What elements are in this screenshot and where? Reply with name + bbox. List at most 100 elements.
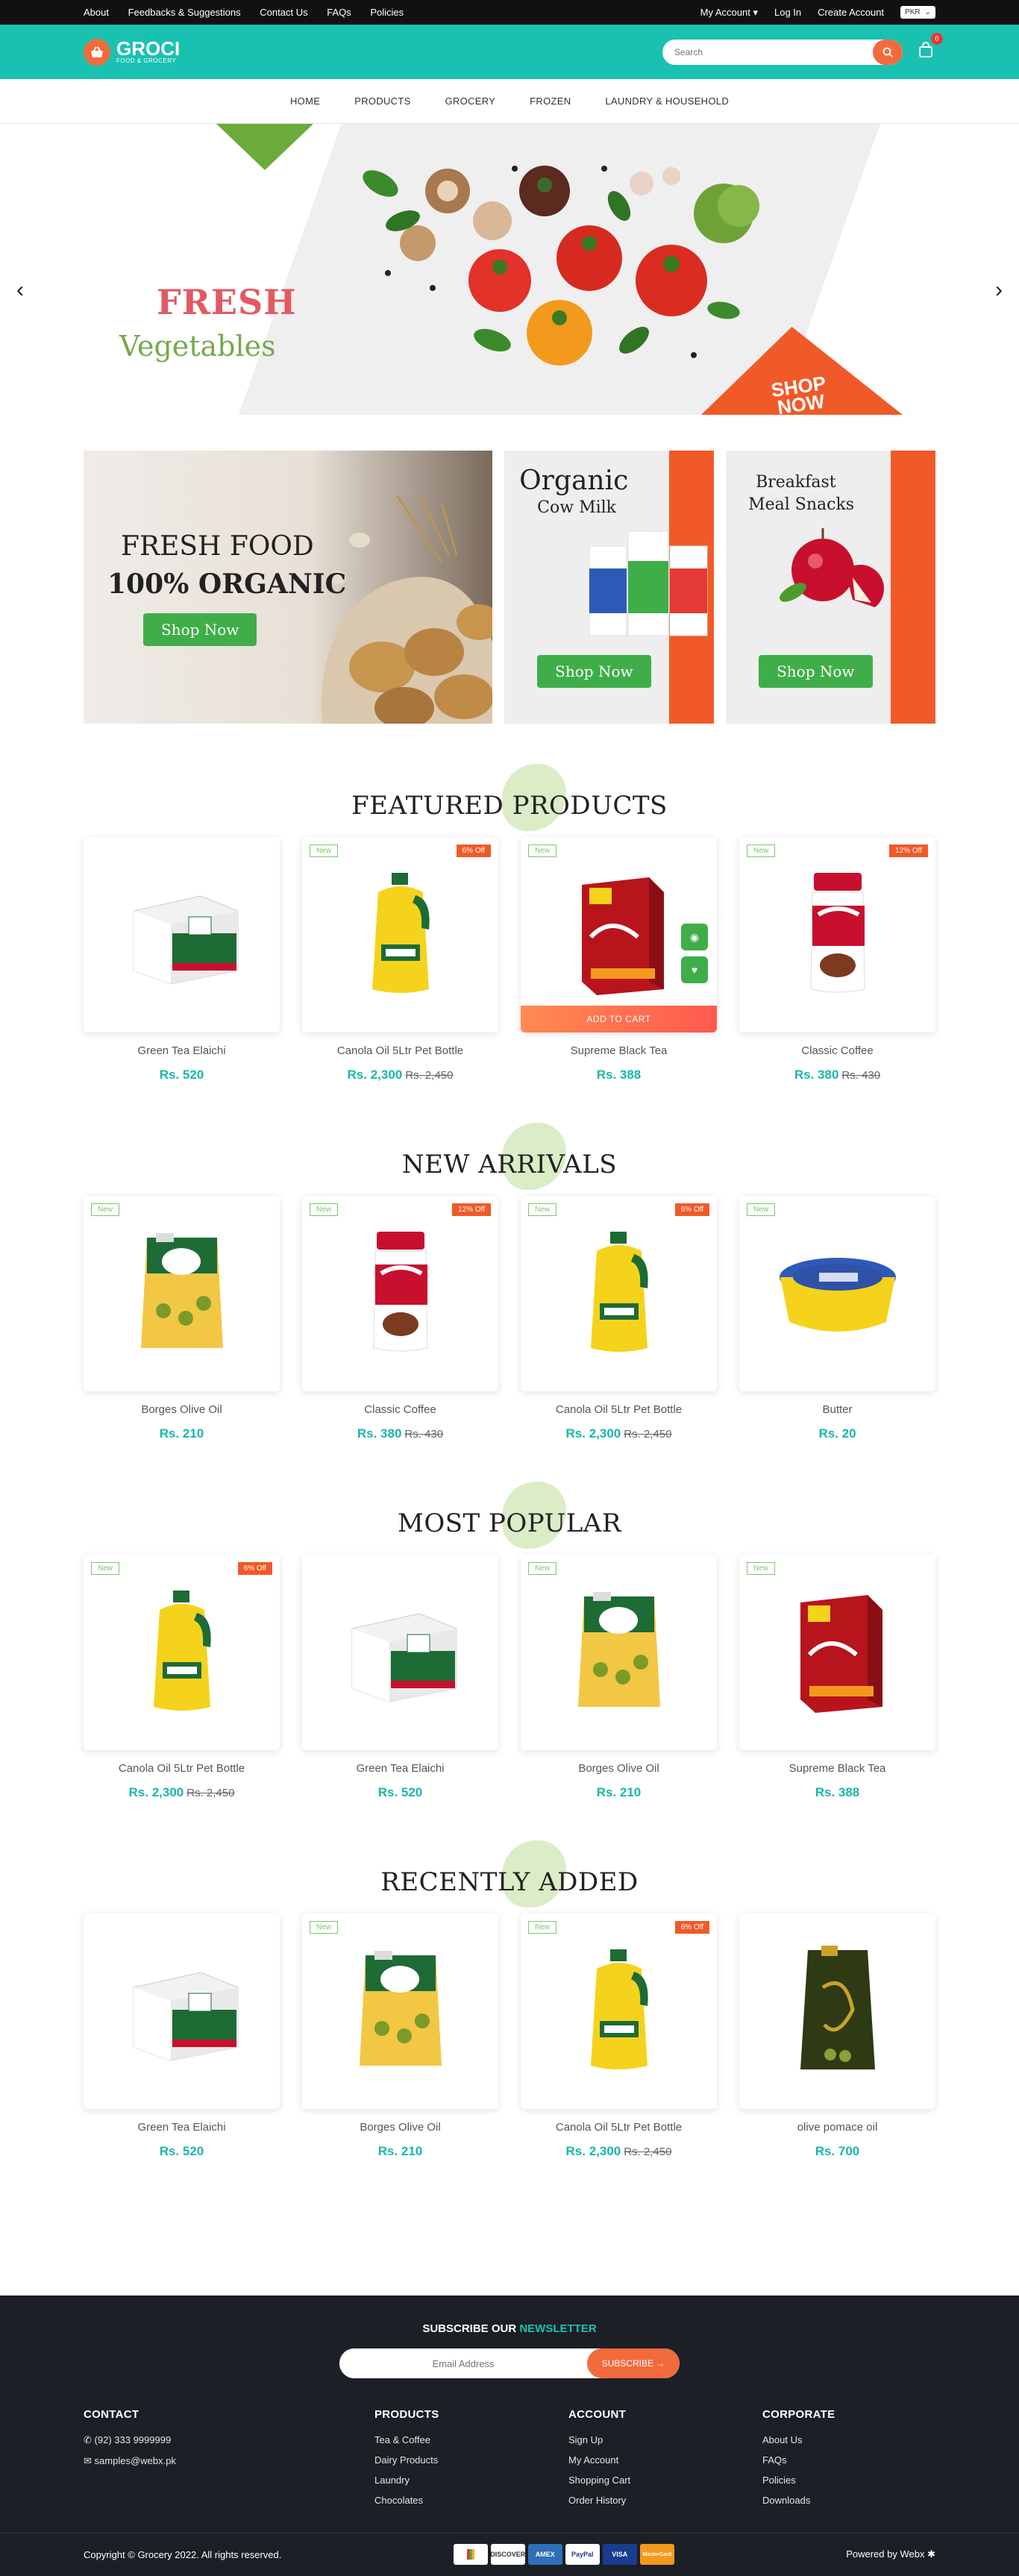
top-link-policies[interactable]: Policies [370, 7, 404, 18]
footer-link[interactable]: Laundry [374, 2475, 568, 2486]
slider-next-arrow-icon[interactable]: › [995, 278, 1003, 303]
product-name[interactable]: Supreme Black Tea [739, 1762, 935, 1775]
promo-breakfast-snacks[interactable]: Breakfast Meal Snacks Shop Now [726, 451, 935, 724]
product-card[interactable]: New ◉ ♥ ADD TO CART [521, 837, 717, 1032]
product-card[interactable] [739, 1914, 935, 2109]
promo-milk-shop-button[interactable]: Shop Now [537, 655, 651, 688]
my-account-dropdown[interactable]: My Account ▾ [700, 7, 758, 19]
product-item: New Butter Rs. 20 [739, 1196, 935, 1441]
product-card[interactable] [84, 1914, 280, 2109]
top-link-feedback[interactable]: Feedbacks & Suggestions [128, 7, 241, 18]
product-name[interactable]: Borges Olive Oil [302, 2121, 498, 2134]
footer-link[interactable]: Order History [568, 2495, 762, 2506]
add-to-cart-button[interactable]: ADD TO CART [521, 1006, 717, 1032]
nav-products[interactable]: PRODUCTS [354, 95, 410, 107]
footer-link[interactable]: Tea & Coffee [374, 2434, 568, 2445]
product-name[interactable]: Classic Coffee [302, 1403, 498, 1416]
top-link-faqs[interactable]: FAQs [327, 7, 351, 18]
nav-home[interactable]: HOME [290, 95, 320, 107]
login-link[interactable]: Log In [774, 7, 801, 18]
product-name[interactable]: Canola Oil 5Ltr Pet Bottle [521, 1403, 717, 1416]
product-name[interactable]: Canola Oil 5Ltr Pet Bottle [521, 2121, 717, 2134]
product-name[interactable]: Butter [739, 1403, 935, 1416]
product-name[interactable]: Canola Oil 5Ltr Pet Bottle [84, 1762, 280, 1775]
quick-view-eye-icon[interactable]: ◉ [681, 924, 708, 950]
search-icon [882, 47, 893, 57]
new-badge: New [310, 1203, 339, 1216]
promo-snacks-accent [890, 451, 935, 724]
footer-link[interactable]: Sign Up [568, 2434, 762, 2445]
product-card[interactable]: New [739, 1196, 935, 1391]
product-card[interactable]: New [84, 1196, 280, 1391]
logo-name: GROCI [116, 37, 181, 60]
nav-frozen[interactable]: FROZEN [530, 95, 571, 107]
footer-phone[interactable]: ✆ (92) 333 9999999 [84, 2434, 374, 2446]
subscribe-button[interactable]: SUBSCRIBE → [587, 2348, 680, 2378]
footer-link[interactable]: Dairy Products [374, 2454, 568, 2466]
nav-laundry-household[interactable]: LAUNDRY & HOUSEHOLD [605, 95, 729, 107]
product-item: Green Tea Elaichi Rs. 520 [84, 1914, 280, 2159]
product-name[interactable]: Green Tea Elaichi [302, 1762, 498, 1775]
product-card[interactable]: New [302, 1914, 498, 2109]
product-card[interactable]: New 6% Off [302, 837, 498, 1032]
product-name[interactable]: olive pomace oil [739, 2121, 935, 2134]
product-image [582, 1229, 656, 1359]
product-name[interactable]: Green Tea Elaichi [84, 2121, 280, 2134]
wishlist-heart-icon[interactable]: ♥ [681, 956, 708, 983]
footer-link[interactable]: FAQs [762, 2454, 912, 2466]
hero-accent-triangle [216, 124, 313, 170]
product-card[interactable]: New [521, 1555, 717, 1750]
product-card[interactable] [302, 1555, 498, 1750]
my-account-label: My Account [700, 6, 750, 18]
create-account-link[interactable]: Create Account [818, 7, 884, 18]
promo-organic-milk[interactable]: Organic Cow Milk Shop Now [504, 451, 715, 724]
new-badge: New [528, 844, 557, 857]
logo[interactable]: GROCI FOOD & GROCERY [84, 37, 181, 66]
product-name[interactable]: Classic Coffee [739, 1044, 935, 1057]
product-card[interactable]: New [739, 1555, 935, 1750]
footer-link[interactable]: Downloads [762, 2495, 912, 2506]
footer-link[interactable]: About Us [762, 2434, 912, 2445]
footer-link[interactable]: Chocolates [374, 2495, 568, 2506]
product-card[interactable]: New 6% Off [84, 1555, 280, 1750]
product-card[interactable]: New 12% Off [739, 837, 935, 1032]
product-name[interactable]: Supreme Black Tea [521, 1044, 717, 1057]
product-price: Rs. 2,300 Rs. 2,450 [521, 1426, 717, 1441]
slider-prev-arrow-icon[interactable]: ‹ [16, 278, 24, 303]
new-badge: New [91, 1562, 120, 1575]
product-name[interactable]: Canola Oil 5Ltr Pet Bottle [302, 1044, 498, 1057]
milk-cartons-image [589, 530, 708, 636]
top-link-about[interactable]: About [84, 7, 109, 18]
footer-link[interactable]: Policies [762, 2475, 912, 2486]
footer-link[interactable]: My Account [568, 2454, 762, 2466]
promo-fresh-shop-button[interactable]: Shop Now [143, 613, 257, 646]
old-price: Rs. 2,450 [186, 1787, 235, 1799]
hero-slider: FRESH Vegetables SHOP NOW ‹ › [0, 124, 1019, 445]
product-item: New Borges Olive Oil Rs. 210 [84, 1196, 280, 1441]
product-name[interactable]: Green Tea Elaichi [84, 1044, 280, 1057]
product-image [567, 870, 671, 1000]
product-price: Rs. 210 [521, 1785, 717, 1800]
payment-methods: DISCOVER AMEX PayPal VISA MasterCard [453, 2544, 674, 2565]
search-button[interactable] [873, 39, 903, 65]
search-input[interactable] [662, 39, 873, 65]
newsletter-email-input[interactable] [339, 2348, 587, 2378]
cart-button[interactable]: 0 [916, 32, 943, 63]
footer-contact: CONTACT ✆ (92) 333 9999999 ✉ samples@web… [84, 2408, 374, 2515]
product-name[interactable]: Borges Olive Oil [521, 1762, 717, 1775]
footer-link[interactable]: Shopping Cart [568, 2475, 762, 2486]
promo-snacks-shop-button[interactable]: Shop Now [759, 655, 873, 688]
footer-email[interactable]: ✉ samples@webx.pk [84, 2455, 374, 2467]
product-card[interactable] [84, 837, 280, 1032]
currency-select[interactable]: PKR ⌄ [900, 6, 935, 19]
nav-grocery[interactable]: GROCERY [445, 95, 496, 107]
top-link-contact[interactable]: Contact Us [260, 7, 307, 18]
product-price: Rs. 388 [739, 1785, 935, 1800]
product-price: Rs. 520 [302, 1785, 498, 1800]
promo-fresh-food[interactable]: FRESH FOOD 100% ORGANIC Shop Now [84, 451, 493, 724]
product-card[interactable]: New 12% Off [302, 1196, 498, 1391]
new-badge: New [747, 1203, 776, 1216]
product-name[interactable]: Borges Olive Oil [84, 1403, 280, 1416]
product-card[interactable]: New 6% Off [521, 1914, 717, 2109]
product-card[interactable]: New 6% Off [521, 1196, 717, 1391]
